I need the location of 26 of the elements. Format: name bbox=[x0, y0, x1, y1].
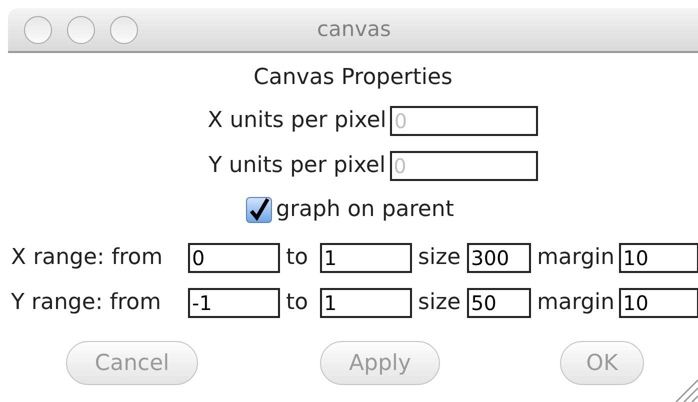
margin-label: margin bbox=[537, 245, 616, 271]
to-label: to bbox=[286, 245, 310, 271]
to-field[interactable]: 1 bbox=[320, 288, 412, 318]
to-label: to bbox=[286, 290, 310, 316]
window-control-button[interactable] bbox=[110, 16, 138, 44]
from-field[interactable]: -1 bbox=[188, 288, 280, 318]
checkmark-icon bbox=[248, 198, 270, 222]
size-label: size bbox=[418, 290, 462, 316]
range-label: Y range: from bbox=[11, 290, 162, 316]
dialog-heading: Canvas Properties bbox=[254, 65, 452, 91]
window-control-button[interactable] bbox=[24, 16, 52, 44]
size-field[interactable]: 50 bbox=[467, 288, 531, 318]
margin-field[interactable]: 10 bbox=[619, 288, 698, 318]
range-label: X range: from bbox=[11, 245, 164, 271]
margin-label: margin bbox=[537, 290, 616, 316]
margin-field[interactable]: 10 bbox=[619, 243, 698, 273]
to-field[interactable]: 1 bbox=[320, 243, 412, 273]
checkbox[interactable] bbox=[246, 197, 272, 223]
window-control-button[interactable] bbox=[67, 16, 95, 44]
size-field[interactable]: 300 bbox=[467, 243, 531, 273]
field-label: X units per pixel bbox=[208, 108, 386, 134]
field-label: Y units per pixel bbox=[208, 153, 386, 179]
checkbox-label: graph on parent bbox=[276, 197, 454, 223]
size-label: size bbox=[418, 245, 462, 271]
window-title: canvas bbox=[317, 16, 391, 42]
from-field[interactable]: 0 bbox=[188, 243, 280, 273]
